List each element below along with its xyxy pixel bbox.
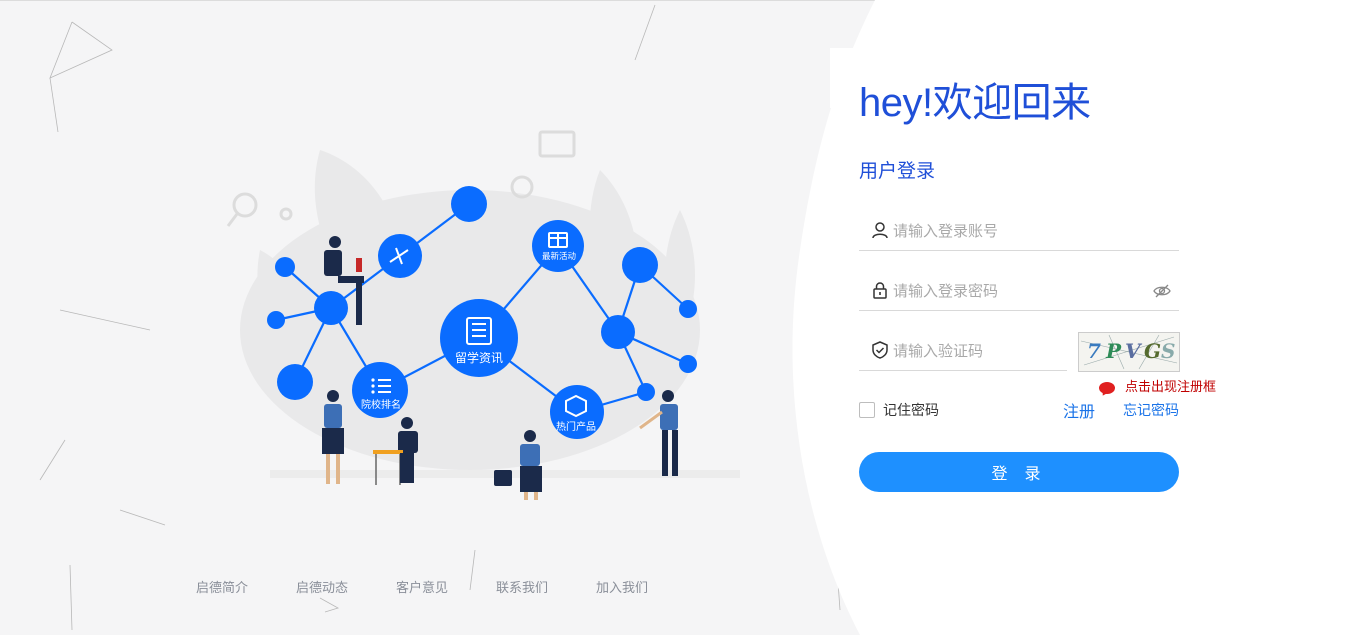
login-button[interactable]: 登 录 <box>859 452 1179 492</box>
node-label-products: 热门产品 <box>556 420 596 433</box>
captcha-char: V <box>1125 339 1141 363</box>
speech-bubble-icon <box>1099 382 1115 394</box>
welcome-title: hey!欢迎回来 <box>859 81 1091 125</box>
network-illustration: 留学资讯 最新活动 院校排名 热门产品 <box>226 130 740 500</box>
user-icon <box>872 222 888 239</box>
account-field <box>859 212 1179 251</box>
footer-link-news[interactable]: 启德动态 <box>296 577 348 596</box>
password-field <box>859 272 1179 311</box>
login-subtitle: 用户登录 <box>859 160 936 182</box>
footer-link-feedback[interactable]: 客户意见 <box>396 577 448 596</box>
forgot-password-link[interactable]: 忘记密码 <box>1123 400 1179 420</box>
captcha-char: S <box>1161 339 1176 363</box>
remember-checkbox[interactable] <box>859 402 875 418</box>
password-input[interactable] <box>893 278 1133 304</box>
captcha-char: P <box>1106 339 1122 363</box>
remember-label: 记住密码 <box>883 403 939 419</box>
captcha-char: G <box>1144 339 1162 363</box>
captcha-image[interactable]: 7 P V G S <box>1078 332 1180 372</box>
footer-link-intro[interactable]: 启德简介 <box>196 577 248 596</box>
lock-icon <box>873 282 887 299</box>
account-input[interactable] <box>893 218 1133 244</box>
eye-hidden-icon[interactable] <box>1153 282 1171 300</box>
captcha-field <box>859 332 1133 371</box>
footer-link-contact[interactable]: 联系我们 <box>496 577 548 596</box>
register-tip-text: 点击出现注册框 <box>1125 380 1217 395</box>
captcha-char: 7 <box>1087 339 1101 363</box>
register-link[interactable]: 注册 <box>1063 398 1095 422</box>
node-label-center: 留学资讯 <box>455 350 503 365</box>
node-label-activity: 最新活动 <box>542 251 577 262</box>
node-label-ranking: 院校排名 <box>361 398 401 411</box>
shield-check-icon <box>872 341 888 359</box>
footer-link-join[interactable]: 加入我们 <box>596 577 648 596</box>
